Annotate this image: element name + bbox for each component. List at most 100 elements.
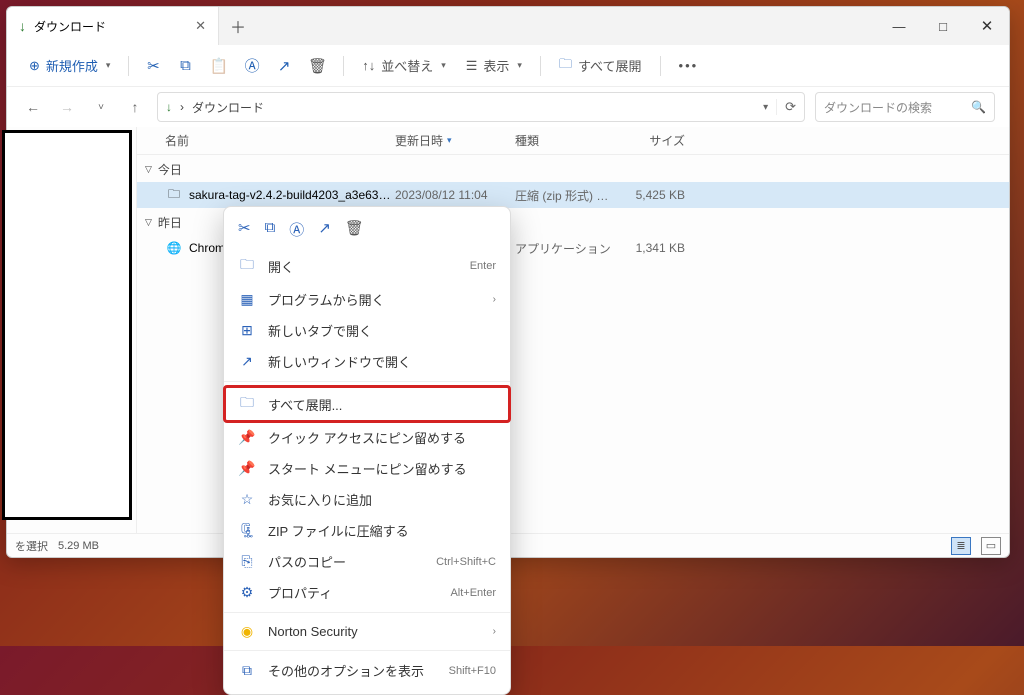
extract-all-label: すべて展開 [578, 56, 642, 75]
more-options-icon: ⧉ [238, 662, 256, 679]
new-tab-button[interactable]: ＋ [219, 7, 257, 45]
close-tab-icon[interactable]: ✕ [195, 18, 206, 34]
properties-icon: ⚙ [238, 584, 256, 601]
tab-downloads[interactable]: ↓ ダウンロード ✕ [7, 7, 219, 45]
copy-icon[interactable]: ⧉ [265, 219, 276, 240]
breadcrumb-downloads[interactable]: ダウンロード [192, 99, 264, 116]
view-button[interactable]: ☰ 表示 ▾ [458, 52, 530, 79]
context-menu: ✂ ⧉ Ⓐ ↗ 🗑 🗀 開く Enter ▦ プログラムから開く › ⊞ 新しい… [223, 206, 511, 695]
ctx-norton[interactable]: ◉ Norton Security › [224, 617, 510, 646]
refresh-button[interactable]: ⟳ [776, 99, 796, 115]
sort-button[interactable]: ↑↓ 並べ替え ▾ [354, 52, 454, 79]
title-bar: ↓ ダウンロード ✕ ＋ — □ ✕ [7, 7, 1009, 45]
search-box[interactable]: ダウンロードの検索 🔍 [815, 92, 995, 122]
cut-button[interactable]: ✂ [139, 53, 167, 79]
address-bar[interactable]: ↓ › ダウンロード ▾ ⟳ [157, 92, 805, 122]
file-name: sakura-tag-v2.4.2-build4203_a3e63015b [189, 188, 395, 202]
redaction-box [2, 130, 132, 520]
ctx-more-options[interactable]: ⧉ その他のオプションを表示 Shift+F10 [224, 655, 510, 686]
file-size: 5,425 KB [615, 188, 685, 202]
separator [540, 56, 541, 76]
open-with-icon: ▦ [238, 291, 256, 308]
download-icon: ↓ [166, 100, 172, 114]
copy-button[interactable]: ⧉ [171, 53, 199, 78]
file-size: 1,341 KB [615, 241, 685, 255]
status-size: 5.29 MB [58, 540, 99, 552]
minimize-button[interactable]: — [877, 7, 921, 45]
file-row-sakura[interactable]: 🗀 sakura-tag-v2.4.2-build4203_a3e63015b … [137, 182, 1009, 208]
share-icon[interactable]: ↗ [318, 219, 331, 240]
zip-icon: 🗀 [165, 185, 183, 206]
rename-button[interactable]: Ⓐ [238, 51, 266, 80]
ctx-new-tab[interactable]: ⊞ 新しいタブで開く [224, 315, 510, 346]
ctx-open[interactable]: 🗀 開く Enter [224, 248, 510, 284]
ctx-copy-path[interactable]: ⎘ パスのコピー Ctrl+Shift+C [224, 546, 510, 577]
separator [224, 650, 510, 651]
extract-all-button[interactable]: 🗀 すべて展開 [551, 51, 650, 81]
view-label: 表示 [483, 56, 509, 75]
delete-icon[interactable]: 🗑 [345, 219, 364, 240]
new-button[interactable]: ⊕ 新規作成 ▾ [21, 52, 118, 79]
new-label: 新規作成 [46, 56, 98, 75]
download-icon: ↓ [19, 18, 26, 34]
chevron-down-icon: ▾ [517, 60, 522, 71]
col-size[interactable]: サイズ [615, 132, 685, 149]
new-window-icon: ↗ [238, 353, 256, 370]
paste-button: 📋 [203, 53, 234, 79]
ctx-extract-all[interactable]: 🗀 すべて展開... [224, 386, 510, 422]
sort-label: 並べ替え [381, 56, 433, 75]
pin-icon: 📌 [238, 460, 256, 477]
ctx-favorite[interactable]: ☆ お気に入りに追加 [224, 484, 510, 515]
ctx-pin-start[interactable]: 📌 スタート メニューにピン留めする [224, 453, 510, 484]
forward-button: → [55, 99, 79, 115]
chevron-down-icon: ▽ [145, 164, 152, 175]
back-button[interactable]: ← [21, 99, 45, 115]
navigation-pane [7, 127, 137, 533]
chevron-down-icon[interactable]: ▾ [763, 102, 768, 113]
col-type[interactable]: 種類 [515, 132, 615, 149]
up-button[interactable]: ↑ [123, 99, 147, 115]
window-controls: — □ ✕ [877, 7, 1009, 45]
share-button[interactable]: ↗ [270, 53, 298, 79]
sort-desc-icon: ▾ [447, 135, 452, 146]
group-yesterday-label: 昨日 [158, 214, 182, 231]
norton-icon: ◉ [238, 623, 256, 640]
new-tab-icon: ⊞ [238, 322, 256, 339]
delete-button[interactable]: 🗑 [302, 53, 333, 79]
col-name[interactable]: 名前 [165, 132, 395, 149]
close-button[interactable]: ✕ [965, 7, 1009, 45]
star-icon: ☆ [238, 491, 256, 508]
extract-icon: 🗀 [238, 392, 256, 416]
search-icon: 🔍 [971, 100, 986, 114]
open-icon: 🗀 [238, 254, 256, 278]
ctx-new-window[interactable]: ↗ 新しいウィンドウで開く [224, 346, 510, 377]
group-today-label: 今日 [158, 161, 182, 178]
file-type: 圧縮 (zip 形式) フォ… [515, 187, 615, 204]
chevron-right-icon: › [493, 294, 496, 305]
details-view-button[interactable]: ≣ [951, 537, 971, 555]
ctx-pin-quick[interactable]: 📌 クイック アクセスにピン留めする [224, 422, 510, 453]
sort-icon: ↑↓ [362, 58, 375, 73]
recent-button[interactable]: ˅ [89, 102, 113, 113]
chevron-right-icon: › [493, 626, 496, 637]
ctx-properties[interactable]: ⚙ プロパティ Alt+Enter [224, 577, 510, 608]
more-button[interactable]: ••• [671, 54, 707, 77]
ctx-open-with[interactable]: ▦ プログラムから開く › [224, 284, 510, 315]
file-type: アプリケーション [515, 240, 615, 257]
cut-icon[interactable]: ✂ [238, 219, 251, 240]
ctx-zip[interactable]: 🗜 ZIP ファイルに圧縮する [224, 515, 510, 546]
chevron-down-icon: ▽ [145, 217, 152, 228]
tab-title: ダウンロード [34, 18, 106, 35]
status-selection: を選択 [15, 538, 48, 554]
maximize-button[interactable]: □ [921, 7, 965, 45]
group-today[interactable]: ▽ 今日 [137, 155, 1009, 182]
pin-icon: 📌 [238, 429, 256, 446]
col-date[interactable]: 更新日時▾ [395, 132, 515, 149]
file-date: 2023/08/12 11:04 [395, 188, 515, 202]
tiles-view-button[interactable]: ▭ [981, 537, 1001, 555]
separator [128, 56, 129, 76]
separator [660, 56, 661, 76]
separator [224, 381, 510, 382]
rename-icon[interactable]: Ⓐ [289, 219, 304, 240]
column-headers[interactable]: 名前 更新日時▾ 種類 サイズ [137, 127, 1009, 155]
